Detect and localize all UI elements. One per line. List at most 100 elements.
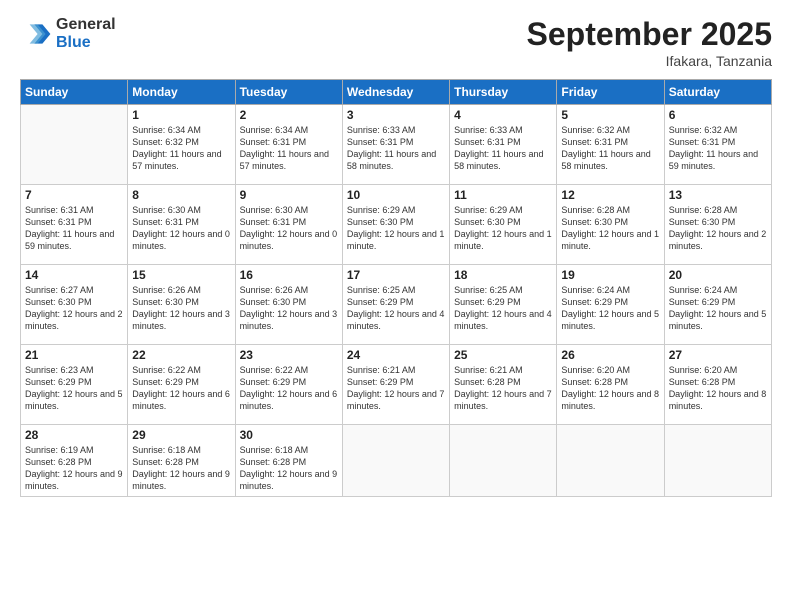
- week-row-1: 1 Sunrise: 6:34 AMSunset: 6:32 PMDaylight…: [21, 105, 772, 185]
- day-number: 3: [347, 108, 445, 122]
- table-row: 3 Sunrise: 6:33 AMSunset: 6:31 PMDaylight…: [342, 105, 449, 185]
- week-row-3: 14 Sunrise: 6:27 AMSunset: 6:30 PMDayligh…: [21, 265, 772, 345]
- table-row: 16 Sunrise: 6:26 AMSunset: 6:30 PMDayligh…: [235, 265, 342, 345]
- day-number: 5: [561, 108, 659, 122]
- week-row-2: 7Sunrise: 6:31 AMSunset: 6:31 PMDaylight…: [21, 185, 772, 265]
- day-number: 18: [454, 268, 552, 282]
- logo: General Blue: [20, 16, 116, 51]
- table-row: 30 Sunrise: 6:18 AMSunset: 6:28 PMDayligh…: [235, 425, 342, 497]
- table-row: 24 Sunrise: 6:21 AMSunset: 6:29 PMDayligh…: [342, 345, 449, 425]
- table-row: 9Sunrise: 6:30 AMSunset: 6:31 PMDaylight…: [235, 185, 342, 265]
- col-thursday: Thursday: [450, 80, 557, 105]
- day-info: Sunrise: 6:27 AMSunset: 6:30 PMDaylight:…: [25, 284, 123, 333]
- table-row: 7Sunrise: 6:31 AMSunset: 6:31 PMDaylight…: [21, 185, 128, 265]
- calendar: Sunday Monday Tuesday Wednesday Thursday…: [20, 79, 772, 497]
- day-info: Sunrise: 6:26 AMSunset: 6:30 PMDaylight:…: [240, 284, 338, 333]
- col-tuesday: Tuesday: [235, 80, 342, 105]
- day-number: 10: [347, 188, 445, 202]
- table-row: 29 Sunrise: 6:18 AMSunset: 6:28 PMDayligh…: [128, 425, 235, 497]
- day-number: 1: [132, 108, 230, 122]
- day-number: 2: [240, 108, 338, 122]
- day-info: Sunrise: 6:29 AMSunset: 6:30 PMDaylight:…: [347, 204, 445, 253]
- table-row: 10 Sunrise: 6:29 AMSunset: 6:30 PMDayligh…: [342, 185, 449, 265]
- day-info: Sunrise: 6:30 AMSunset: 6:31 PMDaylight:…: [132, 204, 230, 253]
- col-sunday: Sunday: [21, 80, 128, 105]
- table-row: 4Sunrise: 6:33 AMSunset: 6:31 PMDaylight…: [450, 105, 557, 185]
- logo-text: General Blue: [56, 16, 116, 51]
- col-saturday: Saturday: [664, 80, 771, 105]
- day-info: Sunrise: 6:21 AMSunset: 6:29 PMDaylight:…: [347, 364, 445, 413]
- day-number: 12: [561, 188, 659, 202]
- week-row-4: 21Sunrise: 6:23 AMSunset: 6:29 PMDayligh…: [21, 345, 772, 425]
- table-row: 26Sunrise: 6:20 AMSunset: 6:28 PMDayligh…: [557, 345, 664, 425]
- table-row: 28 Sunrise: 6:19 AMSunset: 6:28 PMDayligh…: [21, 425, 128, 497]
- day-number: 29: [132, 428, 230, 442]
- month-title: September 2025: [527, 16, 772, 53]
- day-info: Sunrise: 6:18 AMSunset: 6:28 PMDaylight:…: [240, 444, 338, 493]
- day-number: 20: [669, 268, 767, 282]
- day-info: Sunrise: 6:34 AMSunset: 6:32 PMDaylight:…: [132, 124, 230, 173]
- day-info: Sunrise: 6:29 AMSunset: 6:30 PMDaylight:…: [454, 204, 552, 253]
- day-info: Sunrise: 6:19 AMSunset: 6:28 PMDaylight:…: [25, 444, 123, 493]
- location: Ifakara, Tanzania: [527, 53, 772, 69]
- day-number: 14: [25, 268, 123, 282]
- logo-general: General: [56, 16, 116, 34]
- week-row-5: 28 Sunrise: 6:19 AMSunset: 6:28 PMDayligh…: [21, 425, 772, 497]
- table-row: 13 Sunrise: 6:28 AMSunset: 6:30 PMDayligh…: [664, 185, 771, 265]
- table-row: 8 Sunrise: 6:30 AMSunset: 6:31 PMDaylight…: [128, 185, 235, 265]
- col-monday: Monday: [128, 80, 235, 105]
- day-info: Sunrise: 6:25 AMSunset: 6:29 PMDaylight:…: [454, 284, 552, 333]
- day-number: 27: [669, 348, 767, 362]
- table-row: 1 Sunrise: 6:34 AMSunset: 6:32 PMDaylight…: [128, 105, 235, 185]
- day-info: Sunrise: 6:18 AMSunset: 6:28 PMDaylight:…: [132, 444, 230, 493]
- day-info: Sunrise: 6:32 AMSunset: 6:31 PMDaylight:…: [669, 124, 767, 173]
- table-row: 22Sunrise: 6:22 AMSunset: 6:29 PMDayligh…: [128, 345, 235, 425]
- day-info: Sunrise: 6:22 AMSunset: 6:29 PMDaylight:…: [240, 364, 338, 413]
- day-number: 24: [347, 348, 445, 362]
- day-info: Sunrise: 6:24 AMSunset: 6:29 PMDaylight:…: [561, 284, 659, 333]
- table-row: 6 Sunrise: 6:32 AMSunset: 6:31 PMDaylight…: [664, 105, 771, 185]
- logo-icon: [20, 18, 52, 50]
- day-info: Sunrise: 6:25 AMSunset: 6:29 PMDaylight:…: [347, 284, 445, 333]
- day-number: 16: [240, 268, 338, 282]
- table-row: 21Sunrise: 6:23 AMSunset: 6:29 PMDayligh…: [21, 345, 128, 425]
- day-info: Sunrise: 6:23 AMSunset: 6:29 PMDaylight:…: [25, 364, 123, 413]
- table-row: 18 Sunrise: 6:25 AMSunset: 6:29 PMDayligh…: [450, 265, 557, 345]
- day-info: Sunrise: 6:26 AMSunset: 6:30 PMDaylight:…: [132, 284, 230, 333]
- day-number: 4: [454, 108, 552, 122]
- day-number: 13: [669, 188, 767, 202]
- table-row: [342, 425, 449, 497]
- day-number: 26: [561, 348, 659, 362]
- day-number: 9: [240, 188, 338, 202]
- day-number: 6: [669, 108, 767, 122]
- table-row: 15 Sunrise: 6:26 AMSunset: 6:30 PMDayligh…: [128, 265, 235, 345]
- day-number: 23: [240, 348, 338, 362]
- table-row: 25Sunrise: 6:21 AMSunset: 6:28 PMDayligh…: [450, 345, 557, 425]
- table-row: 17Sunrise: 6:25 AMSunset: 6:29 PMDayligh…: [342, 265, 449, 345]
- table-row: [557, 425, 664, 497]
- logo-blue: Blue: [56, 34, 116, 52]
- day-info: Sunrise: 6:32 AMSunset: 6:31 PMDaylight:…: [561, 124, 659, 173]
- table-row: 11 Sunrise: 6:29 AMSunset: 6:30 PMDayligh…: [450, 185, 557, 265]
- day-info: Sunrise: 6:34 AMSunset: 6:31 PMDaylight:…: [240, 124, 338, 173]
- col-friday: Friday: [557, 80, 664, 105]
- title-block: September 2025 Ifakara, Tanzania: [527, 16, 772, 69]
- day-number: 28: [25, 428, 123, 442]
- day-number: 8: [132, 188, 230, 202]
- table-row: 20Sunrise: 6:24 AMSunset: 6:29 PMDayligh…: [664, 265, 771, 345]
- day-number: 11: [454, 188, 552, 202]
- day-number: 15: [132, 268, 230, 282]
- col-wednesday: Wednesday: [342, 80, 449, 105]
- day-info: Sunrise: 6:28 AMSunset: 6:30 PMDaylight:…: [669, 204, 767, 253]
- day-number: 22: [132, 348, 230, 362]
- header: General Blue September 2025 Ifakara, Tan…: [20, 16, 772, 69]
- table-row: 5 Sunrise: 6:32 AMSunset: 6:31 PMDaylight…: [557, 105, 664, 185]
- table-row: 14 Sunrise: 6:27 AMSunset: 6:30 PMDayligh…: [21, 265, 128, 345]
- day-number: 19: [561, 268, 659, 282]
- table-row: [450, 425, 557, 497]
- table-row: 12Sunrise: 6:28 AMSunset: 6:30 PMDayligh…: [557, 185, 664, 265]
- table-row: [664, 425, 771, 497]
- day-info: Sunrise: 6:33 AMSunset: 6:31 PMDaylight:…: [347, 124, 445, 173]
- table-row: 19 Sunrise: 6:24 AMSunset: 6:29 PMDayligh…: [557, 265, 664, 345]
- day-number: 30: [240, 428, 338, 442]
